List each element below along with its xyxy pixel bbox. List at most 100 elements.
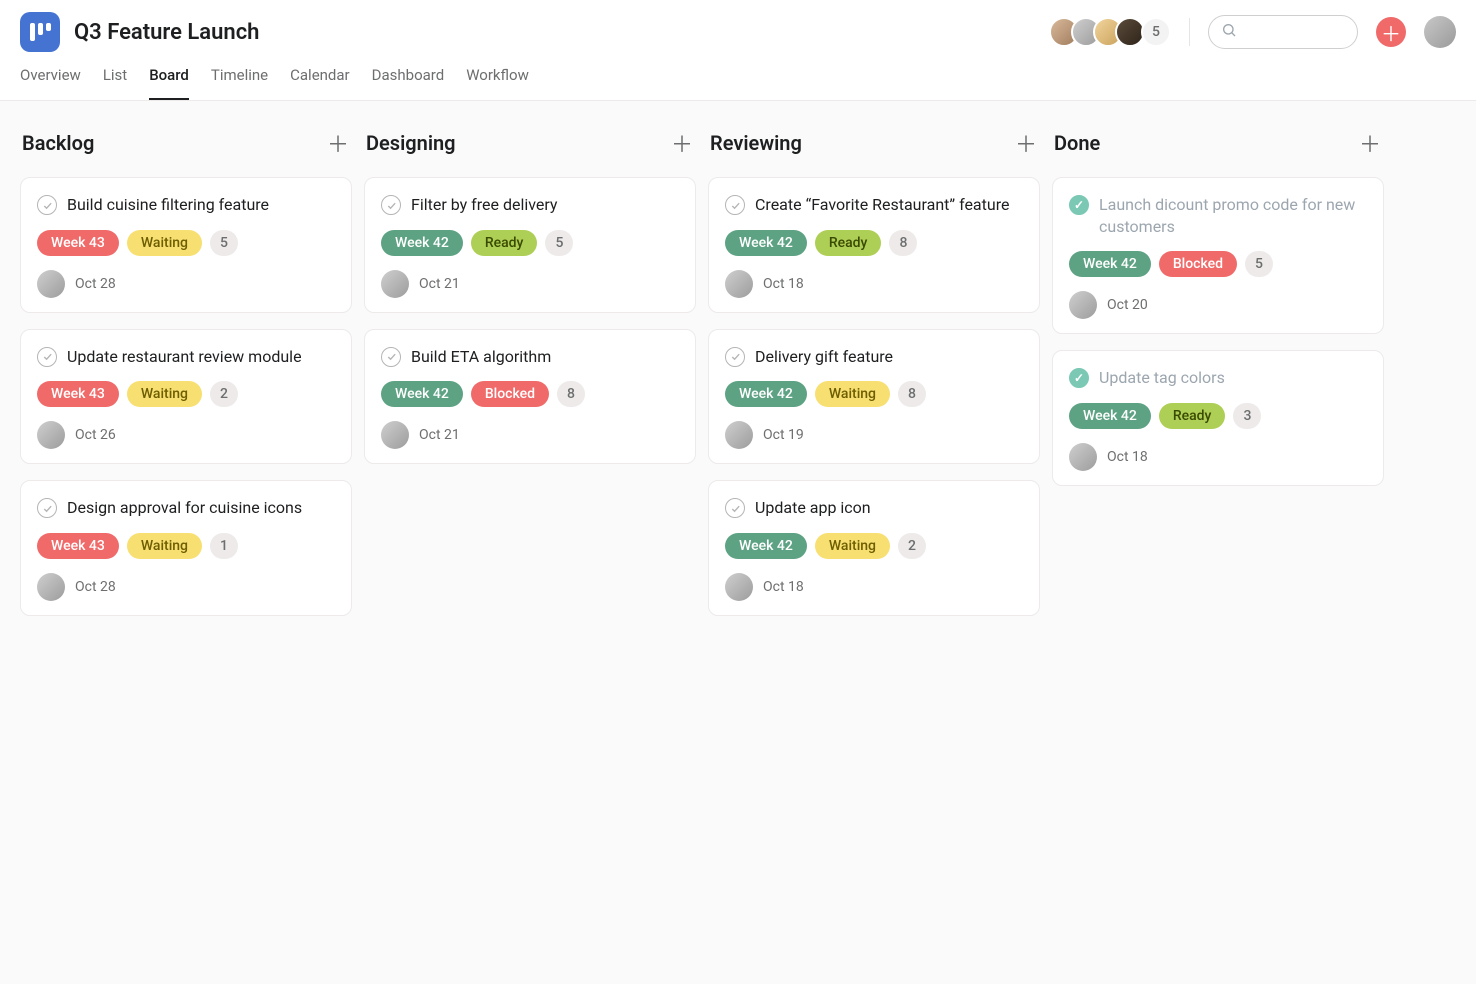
count-badge: 5 — [210, 230, 238, 256]
complete-toggle[interactable] — [37, 347, 57, 367]
week-tag[interactable]: Week 42 — [725, 381, 807, 407]
status-tag[interactable]: Ready — [815, 230, 882, 256]
card-title: Create “Favorite Restaurant” feature — [755, 194, 1009, 216]
card[interactable]: Build ETA algorithmWeek 42Blocked8Oct 21 — [364, 329, 696, 465]
count-badge: 1 — [210, 533, 238, 559]
week-tag[interactable]: Week 42 — [725, 230, 807, 256]
card[interactable]: Update app iconWeek 42Waiting2Oct 18 — [708, 480, 1040, 616]
status-tag[interactable]: Waiting — [127, 533, 202, 559]
check-icon — [386, 200, 397, 211]
card-footer: Oct 28 — [37, 573, 335, 601]
due-date: Oct 28 — [75, 579, 116, 595]
column-done: Done ＋ Launch dicount promo code for new c… — [1052, 121, 1384, 632]
card[interactable]: Filter by free deliveryWeek 42Ready5Oct … — [364, 177, 696, 313]
assignee-avatar[interactable] — [37, 421, 65, 449]
member-avatars[interactable]: 5 — [1057, 17, 1171, 47]
complete-toggle[interactable] — [1069, 195, 1089, 215]
add-card-button[interactable]: ＋ — [1358, 127, 1382, 159]
card-footer: Oct 21 — [381, 421, 679, 449]
column-title[interactable]: Designing — [366, 131, 456, 155]
week-tag[interactable]: Week 43 — [37, 381, 119, 407]
assignee-avatar[interactable] — [725, 421, 753, 449]
assignee-avatar[interactable] — [1069, 291, 1097, 319]
add-button[interactable]: ＋ — [1376, 17, 1406, 47]
status-tag[interactable]: Waiting — [815, 381, 890, 407]
tab-calendar[interactable]: Calendar — [290, 66, 350, 100]
check-icon — [730, 351, 741, 362]
column-header: Reviewing ＋ — [708, 121, 1040, 177]
card-title: Build cuisine filtering feature — [67, 194, 269, 216]
status-tag[interactable]: Ready — [471, 230, 538, 256]
due-date: Oct 19 — [763, 427, 804, 443]
assignee-avatar[interactable] — [381, 270, 409, 298]
search-input[interactable] — [1245, 24, 1345, 40]
column-title[interactable]: Backlog — [22, 131, 94, 155]
tab-list[interactable]: List — [103, 66, 127, 100]
complete-toggle[interactable] — [37, 498, 57, 518]
status-tag[interactable]: Blocked — [471, 381, 549, 407]
week-tag[interactable]: Week 43 — [37, 533, 119, 559]
card[interactable]: Design approval for cuisine iconsWeek 43… — [20, 480, 352, 616]
tab-board[interactable]: Board — [149, 66, 189, 100]
plus-icon: ＋ — [327, 133, 349, 158]
count-badge: 8 — [889, 230, 917, 256]
card[interactable]: Update restaurant review moduleWeek 43Wa… — [20, 329, 352, 465]
status-tag[interactable]: Blocked — [1159, 251, 1237, 277]
week-tag[interactable]: Week 43 — [37, 230, 119, 256]
assignee-avatar[interactable] — [1069, 443, 1097, 471]
status-tag[interactable]: Waiting — [127, 381, 202, 407]
card-footer: Oct 18 — [725, 270, 1023, 298]
count-badge: 8 — [898, 381, 926, 407]
count-badge: 5 — [545, 230, 573, 256]
complete-toggle[interactable] — [725, 498, 745, 518]
status-tag[interactable]: Ready — [1159, 403, 1226, 429]
tab-overview[interactable]: Overview — [20, 66, 81, 100]
complete-toggle[interactable] — [725, 347, 745, 367]
card[interactable]: Create “Favorite Restaurant” feature Week… — [708, 177, 1040, 313]
count-badge: 5 — [1245, 251, 1273, 277]
column-title[interactable]: Reviewing — [710, 131, 802, 155]
status-tag[interactable]: Waiting — [127, 230, 202, 256]
plus-icon: ＋ — [671, 133, 693, 158]
complete-toggle[interactable] — [725, 195, 745, 215]
week-tag[interactable]: Week 42 — [381, 230, 463, 256]
profile-avatar[interactable] — [1424, 16, 1456, 48]
assignee-avatar[interactable] — [37, 573, 65, 601]
card[interactable]: Build cuisine filtering feature Week 43 Wa… — [20, 177, 352, 313]
complete-toggle[interactable] — [1069, 368, 1089, 388]
complete-toggle[interactable] — [381, 347, 401, 367]
check-icon — [42, 351, 53, 362]
tab-workflow[interactable]: Workflow — [466, 66, 529, 100]
add-card-button[interactable]: ＋ — [670, 127, 694, 159]
avatar-overflow-count[interactable]: 5 — [1141, 17, 1171, 47]
complete-toggle[interactable] — [37, 195, 57, 215]
tab-dashboard[interactable]: Dashboard — [372, 66, 445, 100]
header-left: Q3 Feature Launch — [20, 12, 259, 52]
add-card-button[interactable]: ＋ — [326, 127, 350, 159]
plus-icon: ＋ — [1359, 133, 1381, 158]
project-logo[interactable] — [20, 12, 60, 52]
project-title[interactable]: Q3 Feature Launch — [74, 20, 259, 45]
card[interactable]: Delivery gift featureWeek 42Waiting8Oct … — [708, 329, 1040, 465]
week-tag[interactable]: Week 42 — [1069, 251, 1151, 277]
card-title-row: Create “Favorite Restaurant” feature — [725, 194, 1023, 216]
assignee-avatar[interactable] — [725, 270, 753, 298]
card-footer: Oct 28 — [37, 270, 335, 298]
status-tag[interactable]: Waiting — [815, 533, 890, 559]
complete-toggle[interactable] — [381, 195, 401, 215]
card[interactable]: Update tag colorsWeek 42Ready3Oct 18 — [1052, 350, 1384, 486]
assignee-avatar[interactable] — [381, 421, 409, 449]
card-footer: Oct 26 — [37, 421, 335, 449]
week-tag[interactable]: Week 42 — [725, 533, 807, 559]
card-title: Build ETA algorithm — [411, 346, 551, 368]
tab-timeline[interactable]: Timeline — [211, 66, 268, 100]
week-tag[interactable]: Week 42 — [381, 381, 463, 407]
card[interactable]: Launch dicount promo code for new custom… — [1052, 177, 1384, 334]
search-box[interactable] — [1208, 15, 1358, 49]
add-card-button[interactable]: ＋ — [1014, 127, 1038, 159]
assignee-avatar[interactable] — [725, 573, 753, 601]
assignee-avatar[interactable] — [37, 270, 65, 298]
column-title[interactable]: Done — [1054, 131, 1100, 155]
card-tags: Week 42Blocked8 — [381, 381, 679, 407]
week-tag[interactable]: Week 42 — [1069, 403, 1151, 429]
